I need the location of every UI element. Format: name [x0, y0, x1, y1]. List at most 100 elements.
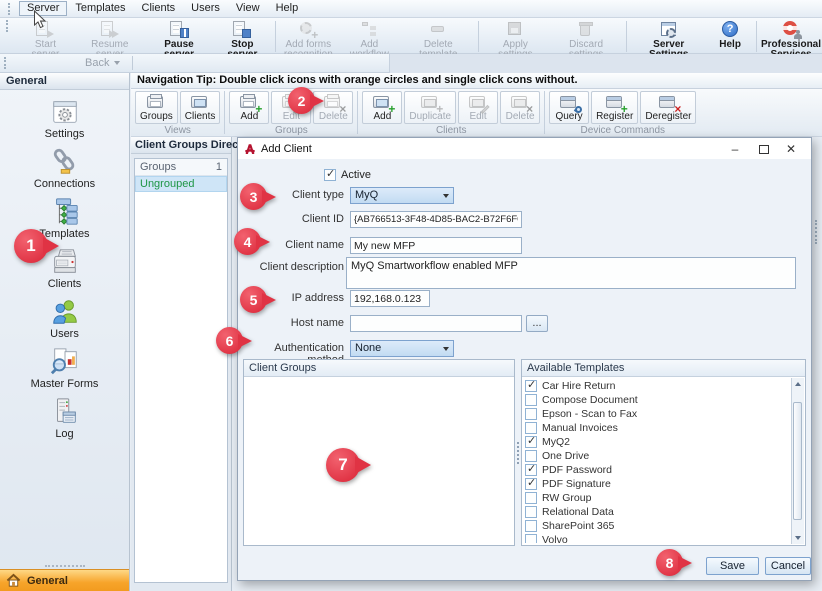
sidebar-item-settings[interactable]: Settings — [0, 97, 129, 140]
ribbon-group-clients: Add Duplicate Edit Delete Clients — [358, 89, 544, 136]
menu-templates[interactable]: Templates — [67, 1, 133, 16]
cancel-button[interactable]: Cancel — [765, 557, 811, 575]
template-row[interactable]: Manual Invoices — [525, 421, 789, 435]
template-row[interactable]: Epson - Scan to Fax — [525, 407, 789, 421]
client-id-label: Client ID — [238, 213, 344, 225]
template-row[interactable]: MyQ2 — [525, 435, 789, 449]
sidebar-item-log[interactable]: Log — [0, 397, 129, 440]
button-label: Register — [596, 111, 633, 122]
sidebar-item-users[interactable]: Users — [0, 297, 129, 340]
dialog-title-bar[interactable]: Add Client – ✕ — [238, 138, 811, 159]
query-device-button[interactable]: Query — [549, 91, 589, 124]
auth-method-dropdown[interactable]: None — [350, 340, 454, 357]
template-row[interactable]: PDF Signature — [525, 477, 789, 491]
checkbox-icon[interactable] — [525, 506, 537, 518]
menu-clients[interactable]: Clients — [134, 1, 184, 16]
client-description-label: Client description — [238, 261, 344, 273]
connections-icon — [50, 147, 80, 177]
templates-scrollbar[interactable] — [791, 378, 804, 544]
mouse-cursor — [33, 10, 46, 29]
toolbar-grip — [6, 20, 9, 32]
toolbar-grip — [4, 57, 7, 69]
sidebar-footer-general[interactable]: General — [0, 569, 129, 591]
client-description-input[interactable]: MyQ Smartworkflow enabled MFP — [346, 257, 796, 289]
active-checkbox[interactable] — [324, 169, 336, 181]
master-forms-icon — [50, 347, 80, 377]
host-name-input[interactable] — [350, 315, 522, 332]
column-label: Groups — [140, 161, 176, 173]
client-type-dropdown[interactable]: MyQ — [350, 187, 454, 204]
ribbon-group-caption: Device Commands — [549, 125, 696, 136]
register-device-button[interactable]: Register — [591, 91, 638, 124]
client-id-input[interactable] — [350, 211, 522, 228]
checkbox-icon[interactable] — [525, 422, 537, 434]
groups-view-button[interactable]: Groups — [135, 91, 178, 124]
sidebar-item-master-forms[interactable]: Master Forms — [0, 347, 129, 390]
menu-help[interactable]: Help — [268, 1, 307, 16]
add-workflow-icon — [358, 20, 380, 39]
groups-list: Groups 1 Ungrouped — [134, 158, 228, 583]
checkbox-icon[interactable] — [525, 408, 537, 420]
client-name-input[interactable] — [350, 237, 522, 254]
annotation-marker-5: 5 — [240, 286, 267, 313]
annotation-marker-1: 1 — [14, 229, 48, 263]
main-toolbar: Start server Resume server Pause server … — [0, 18, 822, 54]
clients-view-button[interactable]: Clients — [180, 91, 221, 124]
save-button[interactable]: Save — [706, 557, 759, 575]
collapsed-splitter-grip[interactable] — [815, 218, 820, 246]
button-label: Clients — [185, 111, 216, 122]
template-row[interactable]: RW Group — [525, 491, 789, 505]
template-label: Car Hire Return — [542, 380, 616, 392]
close-button[interactable]: ✕ — [777, 140, 805, 158]
ribbon-toolbar: Groups Clients Views Add Edit — [131, 89, 822, 137]
checkbox-icon[interactable] — [525, 492, 537, 504]
help-button[interactable]: Help — [707, 20, 753, 50]
panel-title: Client Groups Directory — [131, 137, 231, 154]
sidebar-item-label: Connections — [34, 178, 95, 190]
template-row[interactable]: SharePoint 365 — [525, 519, 789, 533]
template-row[interactable]: One Drive — [525, 449, 789, 463]
scrollbar-thumb[interactable] — [793, 402, 802, 520]
group-row-ungrouped[interactable]: Ungrouped — [135, 176, 227, 192]
panel-splitter[interactable] — [515, 359, 520, 546]
group-label: Ungrouped — [140, 178, 194, 190]
scroll-down-icon[interactable] — [795, 536, 801, 540]
template-row[interactable]: Relational Data — [525, 505, 789, 519]
pane-resize-grip[interactable] — [0, 562, 129, 569]
maximize-button[interactable] — [749, 140, 777, 158]
sidebar: General Settings Connections Templates C… — [0, 73, 130, 591]
template-row[interactable]: PDF Password — [525, 463, 789, 477]
menu-view[interactable]: View — [228, 1, 268, 16]
duplicate-client-icon — [420, 94, 440, 111]
checkbox-icon[interactable] — [525, 520, 537, 532]
checkbox-icon[interactable] — [525, 534, 537, 543]
template-row[interactable]: Volvo — [525, 533, 789, 543]
button-label: Deregister — [645, 111, 691, 122]
template-label: Epson - Scan to Fax — [542, 408, 637, 420]
add-client-button[interactable]: Add — [362, 91, 402, 124]
template-row[interactable]: Compose Document — [525, 393, 789, 407]
checkbox-icon[interactable] — [525, 436, 537, 448]
discard-settings-icon — [575, 20, 597, 39]
menu-bar: Server Templates Clients Users View Help — [0, 0, 822, 18]
annotation-marker-4: 4 — [234, 228, 261, 255]
template-row[interactable]: Car Hire Return — [525, 379, 789, 393]
minimize-button[interactable]: – — [721, 140, 749, 158]
host-name-browse-button[interactable]: ... — [526, 315, 548, 332]
menu-users[interactable]: Users — [183, 1, 228, 16]
checkbox-icon[interactable] — [525, 478, 537, 490]
annotation-marker-2: 2 — [288, 87, 315, 114]
ip-address-input[interactable] — [350, 290, 430, 307]
sidebar-item-connections[interactable]: Connections — [0, 147, 129, 190]
scroll-up-icon[interactable] — [795, 382, 801, 386]
checkbox-icon[interactable] — [525, 450, 537, 462]
delete-template-icon — [427, 20, 449, 39]
back-label: Back — [85, 57, 109, 69]
annotation-marker-8: 8 — [656, 549, 683, 576]
deregister-device-button[interactable]: Deregister — [640, 91, 696, 124]
checkbox-icon[interactable] — [525, 380, 537, 392]
add-group-button[interactable]: Add — [229, 91, 269, 124]
checkbox-icon[interactable] — [525, 394, 537, 406]
checkbox-icon[interactable] — [525, 464, 537, 476]
query-device-icon — [559, 94, 579, 111]
